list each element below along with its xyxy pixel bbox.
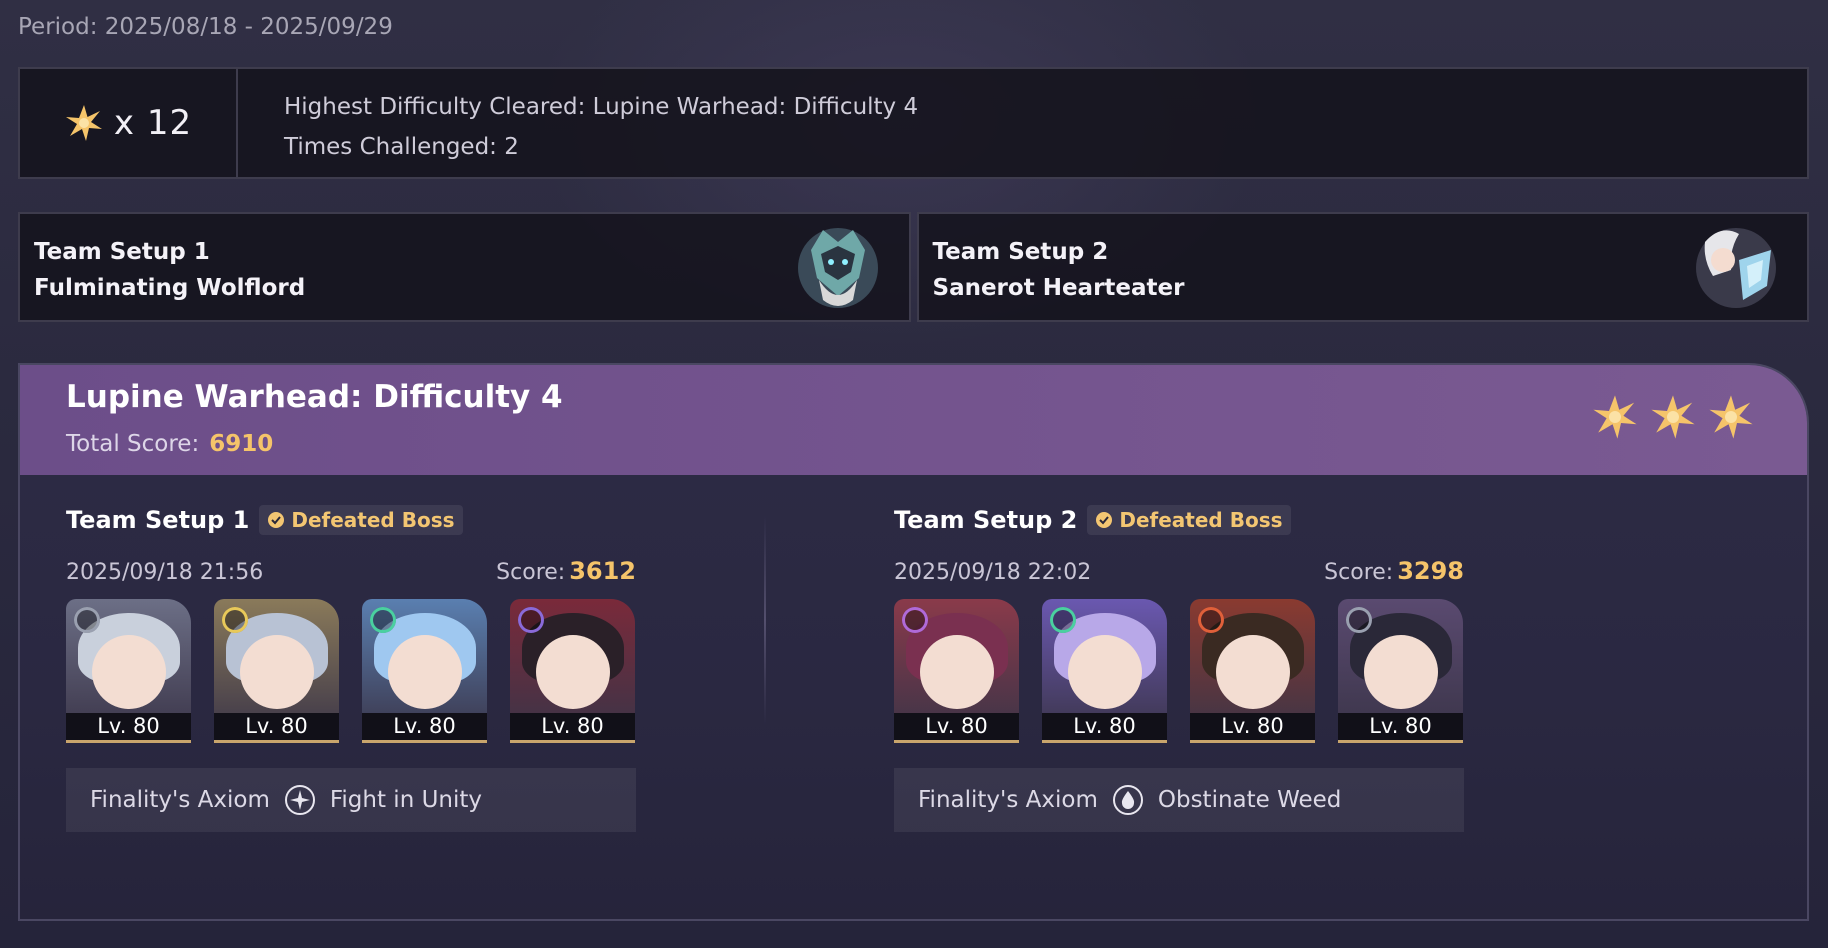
character-face [920,635,994,709]
character-face [240,635,314,709]
score-label: Score: [496,560,566,585]
character-level: Lv. 80 [510,713,635,740]
character-list: Lv. 80 Lv. 80 Lv. 80 Lv. 80 [66,599,636,743]
buff-name: Finality's Axiom [90,787,270,813]
team-cards: Team Setup 1 Fulminating Wolflord Team S… [18,212,1809,322]
star-icon [1593,395,1637,439]
character-face [1216,635,1290,709]
defeated-boss-badge: Defeated Boss [259,505,463,535]
character-level: Lv. 80 [362,713,487,740]
character-face [536,635,610,709]
summary-bar: x 12 Highest Difficulty Cleared: Lupine … [18,67,1809,179]
element-icon [518,607,544,633]
wolflord-portrait-icon [797,228,878,308]
stage-stars [1591,393,1755,441]
score-label: Score: [1324,560,1394,585]
star-icon [1709,395,1753,439]
character-card[interactable]: Lv. 80 [894,599,1019,743]
element-icon [74,607,100,633]
total-score-value: 6910 [209,431,274,457]
star-icon [1651,395,1695,439]
team-card-1[interactable]: Team Setup 1 Fulminating Wolflord [18,212,911,322]
character-card[interactable]: Lv. 80 [1042,599,1167,743]
team-card-boss: Sanerot Hearteater [932,275,1185,301]
setup-header: Team Setup 2 Defeated Boss [894,505,1464,535]
character-card[interactable]: Lv. 80 [214,599,339,743]
star-icon [65,105,102,141]
summary-info: Highest Difficulty Cleared: Lupine Warhe… [238,69,918,177]
highest-difficulty: Highest Difficulty Cleared: Lupine Warhe… [284,94,919,120]
character-level: Lv. 80 [1042,713,1167,740]
total-score-label: Total Score: [66,431,200,457]
badge-label: Defeated Boss [291,508,455,532]
team-card-title: Team Setup 1 [34,239,210,265]
character-level: Lv. 80 [214,713,339,740]
setup-title: Team Setup 2 [894,506,1078,534]
total-score: Total Score: 6910 [66,431,1807,457]
period-label: Period: 2025/08/18 - 2025/09/29 [18,14,393,40]
check-circle-icon [268,512,285,528]
buff-row[interactable]: Finality's Axiom Obstinate Weed [894,768,1464,832]
defeated-boss-badge: Defeated Boss [1087,505,1291,535]
setup-timestamp: 2025/09/18 21:56 [66,560,264,585]
team-setup-1: Team Setup 1 Defeated Boss 2025/09/18 21… [66,505,636,832]
character-card[interactable]: Lv. 80 [66,599,191,743]
times-challenged: Times Challenged: 2 [284,134,519,160]
stage-header: Lupine Warhead: Difficulty 4 Total Score… [20,365,1807,475]
setup-meta: 2025/09/18 22:02 Score: 3298 [894,557,1464,585]
sparkle-icon [284,785,315,815]
setup-title: Team Setup 1 [66,506,250,534]
check-circle-icon [1096,512,1113,528]
character-level: Lv. 80 [894,713,1019,740]
element-icon [902,607,928,633]
character-level: Lv. 80 [66,713,191,740]
character-card[interactable]: Lv. 80 [510,599,635,743]
character-card[interactable]: Lv. 80 [1338,599,1463,743]
setup-divider [764,515,766,725]
character-face [388,635,462,709]
character-level: Lv. 80 [1190,713,1315,740]
page: Period: 2025/08/18 - 2025/09/29 x 12 Hig… [0,0,1828,948]
element-icon [222,607,248,633]
buff-row[interactable]: Finality's Axiom Fight in Unity [66,768,636,832]
team-card-title: Team Setup 2 [932,239,1109,265]
team-card-boss: Fulminating Wolflord [34,275,306,301]
character-card[interactable]: Lv. 80 [362,599,487,743]
setup-score: Score: 3298 [1324,557,1464,585]
star-count-value: x 12 [113,103,193,143]
character-face [92,635,166,709]
team-card-2[interactable]: Team Setup 2 Sanerot Hearteater [916,212,1809,322]
element-icon [370,607,396,633]
setup-header: Team Setup 1 Defeated Boss [66,505,636,535]
hearteater-portrait-icon [1696,228,1776,308]
character-level: Lv. 80 [1338,713,1463,740]
star-count: x 12 [20,69,238,177]
element-icon [1050,607,1076,633]
buff-value: Obstinate Weed [1157,787,1342,813]
setup-timestamp: 2025/09/18 22:02 [894,560,1092,585]
element-icon [1346,607,1372,633]
character-face [1364,635,1438,709]
team-setup-2: Team Setup 2 Defeated Boss 2025/09/18 22… [894,505,1464,832]
badge-label: Defeated Boss [1119,508,1283,532]
buff-name: Finality's Axiom [918,787,1098,813]
score-value: 3612 [569,557,636,585]
score-value: 3298 [1397,557,1464,585]
character-card[interactable]: Lv. 80 [1190,599,1315,743]
character-list: Lv. 80 Lv. 80 Lv. 80 Lv. 80 [894,599,1464,743]
setup-score: Score: 3612 [496,557,636,585]
element-icon [1198,607,1224,633]
stage-panel: Lupine Warhead: Difficulty 4 Total Score… [18,363,1809,921]
buff-value: Fight in Unity [329,787,483,813]
setup-meta: 2025/09/18 21:56 Score: 3612 [66,557,636,585]
character-face [1068,635,1142,709]
stage-title: Lupine Warhead: Difficulty 4 [66,379,563,415]
droplet-icon [1112,785,1143,815]
